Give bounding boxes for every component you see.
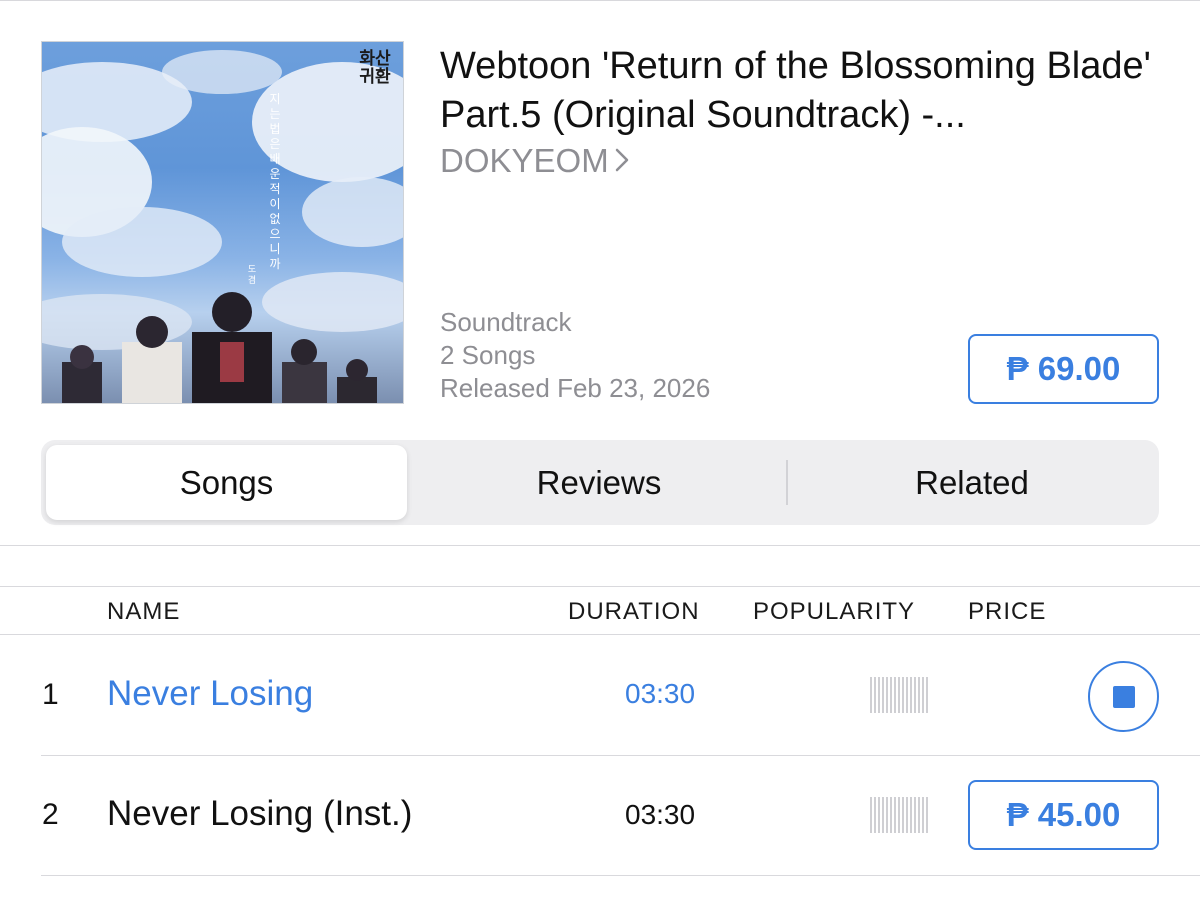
- tab-reviews[interactable]: Reviews: [413, 440, 785, 525]
- row-divider: [41, 755, 1200, 756]
- album-title: Webtoon 'Return of the Blossoming Blade'…: [440, 45, 1151, 136]
- header-popularity[interactable]: POPULARITY: [753, 597, 915, 627]
- section-divider: [0, 545, 1200, 546]
- track-duration: 03:30: [625, 678, 696, 709]
- album-release-date: Released Feb 23, 2026: [440, 373, 711, 403]
- popularity-bars-icon: [870, 677, 928, 713]
- header-price[interactable]: PRICE: [968, 597, 1046, 627]
- cover-artist-text: 도겸: [247, 265, 257, 286]
- buy-song-button[interactable]: ₱ 45.00: [968, 780, 1159, 850]
- chevron-right-icon: [615, 141, 629, 181]
- artist-name: DOKYEOM: [440, 142, 609, 179]
- header-duration[interactable]: DURATION: [568, 597, 700, 627]
- track-duration: 03:30: [625, 799, 696, 830]
- table-header-divider: [0, 634, 1200, 635]
- album-genre: Soundtrack: [440, 307, 572, 337]
- track-name[interactable]: Never Losing: [107, 674, 313, 714]
- tab-songs[interactable]: Songs: [46, 445, 407, 520]
- row-divider: [41, 875, 1200, 876]
- buy-album-button[interactable]: ₱ 69.00: [968, 334, 1159, 404]
- cover-logo: 화산귀환: [359, 49, 391, 87]
- track-name[interactable]: Never Losing (Inst.): [107, 794, 412, 834]
- track-number: 1: [42, 678, 59, 711]
- artist-link[interactable]: DOKYEOM: [440, 141, 629, 181]
- album-cover: 화산귀환 지는법은배운적이없으니까 도겸: [41, 41, 404, 404]
- header-name[interactable]: NAME: [107, 597, 180, 627]
- track-number: 2: [42, 798, 59, 831]
- tab-bar: Songs Reviews Related: [41, 440, 1159, 525]
- album-meta: Soundtrack 2 Songs Released Feb 23, 2026: [440, 306, 710, 405]
- popularity-bars-icon: [870, 797, 928, 833]
- top-divider: [0, 0, 1200, 1]
- table-top-divider: [0, 586, 1200, 587]
- cover-vertical-text: 지는법은배운적이없으니까: [269, 92, 281, 271]
- tab-related[interactable]: Related: [785, 440, 1159, 525]
- stop-button[interactable]: [1088, 661, 1159, 732]
- cover-artwork: [42, 50, 403, 403]
- stop-icon: [1112, 685, 1135, 708]
- album-song-count: 2 Songs: [440, 340, 536, 370]
